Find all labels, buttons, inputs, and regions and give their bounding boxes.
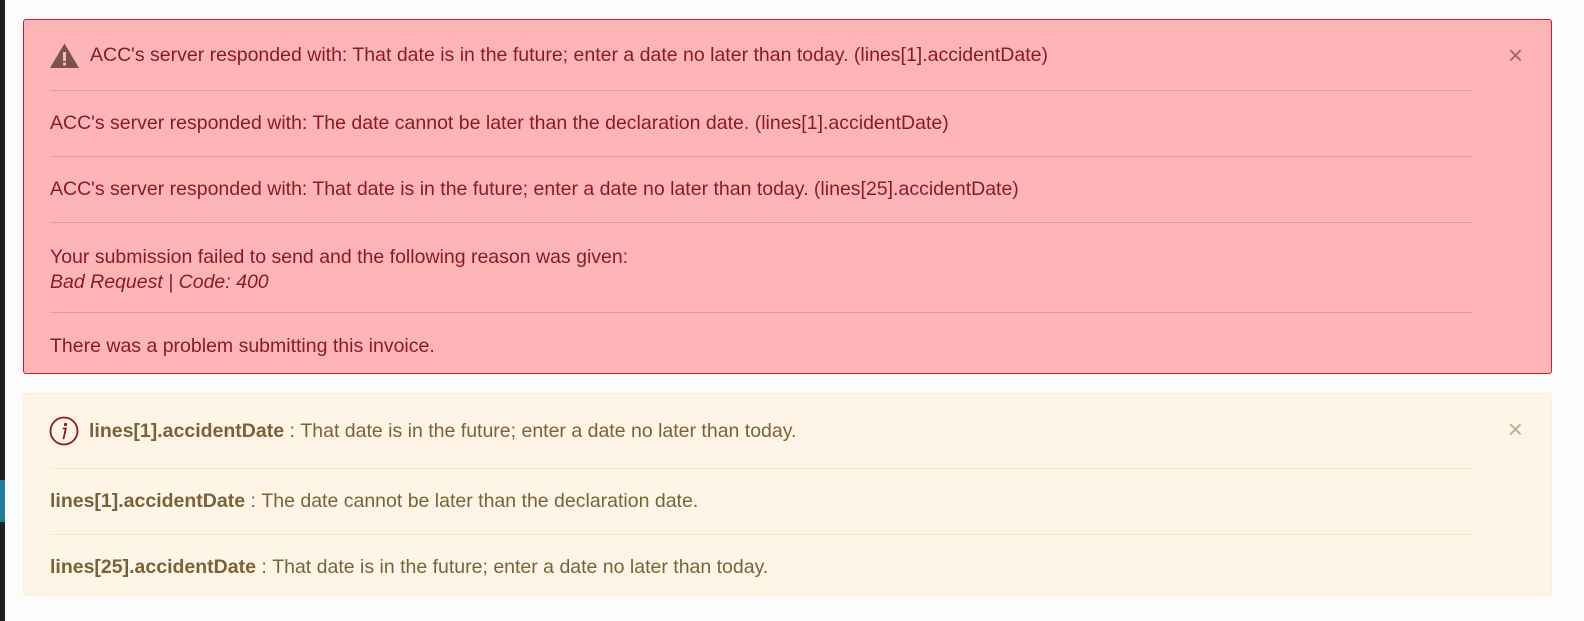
- validation-text: That date is in the future; enter a date…: [272, 555, 769, 578]
- error-alert: ACC's server responded with: That date i…: [23, 19, 1552, 374]
- validation-message: lines[1].accidentDate : That date is in …: [49, 394, 1472, 469]
- failure-reason: Bad Request | Code: 400: [50, 271, 269, 293]
- submission-failure-message: Your submission failed to send and the f…: [50, 223, 1472, 313]
- error-message-text: ACC's server responded with: That date i…: [90, 43, 1048, 66]
- validation-field: lines[25].accidentDate: [50, 555, 256, 578]
- error-message-text: ACC's server responded with: That date i…: [50, 178, 1019, 200]
- summary-text: There was a problem submitting this invo…: [50, 334, 435, 357]
- validation-separator: :: [255, 555, 273, 578]
- sidebar-accent-tab: [0, 480, 5, 522]
- validation-message: lines[25].accidentDate : That date is in…: [50, 535, 1472, 599]
- error-message-text: ACC's server responded with: The date ca…: [50, 112, 949, 134]
- validation-message: lines[1].accidentDate : The date cannot …: [50, 469, 1472, 535]
- page-left-edge: [0, 0, 5, 621]
- validation-text: That date is in the future; enter a date…: [300, 419, 797, 442]
- close-validation-alert-button[interactable]: ×: [1508, 416, 1523, 442]
- warning-triangle-icon: [49, 42, 80, 69]
- summary-message: There was a problem submitting this invo…: [50, 313, 1472, 379]
- failure-text: Your submission failed to send and the f…: [50, 246, 629, 268]
- error-message: ACC's server responded with: That date i…: [50, 157, 1472, 223]
- validation-separator: :: [245, 490, 262, 512]
- error-message-list: ACC's server responded with: That date i…: [50, 20, 1472, 379]
- validation-separator: :: [284, 419, 301, 442]
- validation-field: lines[1].accidentDate: [89, 419, 285, 442]
- error-message: ACC's server responded with: The date ca…: [50, 91, 1472, 157]
- validation-alert: lines[1].accidentDate : That date is in …: [23, 393, 1552, 596]
- info-circle-icon: [49, 416, 79, 446]
- close-error-alert-button[interactable]: ×: [1508, 42, 1523, 68]
- validation-message-list: lines[1].accidentDate : That date is in …: [49, 394, 1472, 599]
- error-message: ACC's server responded with: That date i…: [50, 20, 1472, 91]
- validation-field: lines[1].accidentDate: [50, 490, 246, 512]
- validation-text: The date cannot be later than the declar…: [261, 490, 699, 512]
